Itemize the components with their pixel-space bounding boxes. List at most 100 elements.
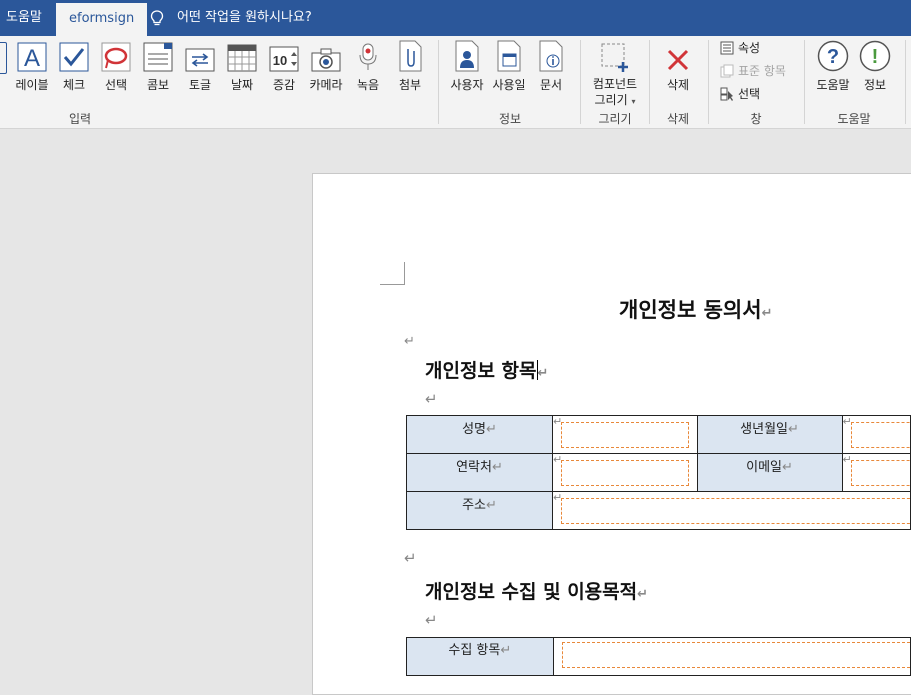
selection-icon (720, 87, 733, 101)
tab-eformsign[interactable]: eformsign (56, 3, 148, 36)
combo-button-text: 콤보 (146, 78, 170, 92)
label-cell-birth: 생년월일↵ (696, 415, 843, 454)
checkbox-icon (59, 42, 89, 72)
number-stepper-icon: 10 (269, 46, 299, 72)
paragraph-mark: ↵ (425, 611, 438, 629)
document-button-text: 문서 (539, 78, 563, 92)
paragraph-mark: ↵ (782, 460, 793, 475)
draw-component-text-2: 그리기 (594, 93, 628, 107)
group-label-window: 창 (750, 112, 762, 126)
label-name: 성명 (462, 422, 486, 437)
info-button[interactable]: ! 정보 (855, 40, 895, 93)
tell-me-text: 어떤 작업을 원하시나요? (177, 10, 312, 25)
section-heading-purpose-text: 개인정보 수집 및 이용목적 (425, 581, 638, 603)
dropdown-caret-icon: ▾ (631, 97, 636, 106)
field-cell-collect-items (552, 637, 911, 676)
section-heading-items-text: 개인정보 항목 (425, 360, 537, 382)
combo-list-icon (143, 42, 173, 72)
label-cell-email: 이메일↵ (696, 453, 843, 492)
label-address: 주소 (462, 498, 486, 513)
selection-text: 선택 (738, 87, 761, 101)
toggle-arrows-icon (185, 48, 215, 72)
check-button[interactable]: 체크 (54, 40, 94, 93)
label-email: 이메일 (746, 460, 783, 475)
stepper-button[interactable]: 10 증감 (264, 40, 304, 93)
document-button[interactable]: 문서 (531, 40, 571, 93)
exclamation-circle-icon: ! (859, 40, 891, 72)
paperclip-icon (399, 40, 422, 72)
stepper-button-text: 증감 (272, 78, 296, 92)
birth-input-field[interactable] (850, 422, 911, 448)
date-button[interactable]: 날짜 (222, 40, 262, 93)
usage-date-button-text: 사용일 (492, 78, 526, 92)
usage-date-button[interactable]: 사용일 (489, 40, 529, 93)
camera-button-text: 카메라 (309, 78, 343, 92)
select-button-text: 선택 (104, 78, 128, 92)
properties-button[interactable]: 속성 (720, 39, 760, 57)
collection-table: 수집 항목↵ (406, 637, 911, 676)
standard-items-text: 표준 항목 (738, 64, 786, 78)
paragraph-mark: ↵ (404, 549, 417, 567)
help-button[interactable]: ? 도움말 (813, 40, 853, 93)
standard-items-icon (720, 64, 734, 78)
field-cell-name: ↵ (551, 415, 698, 454)
calendar-icon (227, 44, 257, 72)
paragraph-mark: ↵ (485, 498, 497, 513)
paragraph-mark: ↵ (637, 587, 649, 602)
toggle-button[interactable]: 토글 (180, 40, 220, 93)
tab-help[interactable]: 도움말 (6, 0, 42, 36)
section-heading-items[interactable]: 개인정보 항목↵ (425, 356, 548, 383)
label-birth: 생년월일 (740, 422, 788, 437)
paragraph-mark: ↵ (491, 460, 503, 475)
name-input-field[interactable] (560, 422, 689, 448)
section-heading-purpose[interactable]: 개인정보 수집 및 이용목적↵ (425, 577, 648, 604)
field-cell-birth: ↵ (841, 415, 911, 454)
user-document-icon (455, 40, 479, 72)
group-label-info: 정보 (498, 112, 522, 126)
select-button[interactable]: 선택 (96, 40, 136, 93)
user-button[interactable]: 사용자 (447, 40, 487, 93)
paragraph-mark: ↵ (537, 366, 549, 381)
label-button[interactable]: A 레이블 (12, 40, 52, 93)
ribbon-separator (580, 40, 581, 124)
combo-button[interactable]: 콤보 (138, 40, 178, 93)
label-button-text: 레이블 (15, 78, 49, 92)
paragraph-mark: ↵ (425, 390, 438, 408)
delete-button[interactable]: 삭제 (658, 40, 698, 93)
label-collect-items: 수집 항목 (448, 643, 501, 658)
ribbon-separator (649, 40, 650, 124)
paragraph-mark: ↵ (404, 334, 415, 349)
svg-text:10: 10 (273, 53, 287, 68)
contact-input-field[interactable] (560, 460, 689, 486)
svg-text:A: A (24, 45, 40, 72)
tell-me-search[interactable]: 어떤 작업을 원하시나요? (150, 0, 312, 36)
camera-icon (311, 48, 341, 72)
ribbon: A 레이블 체크 선택 콤보 토글 날짜 10 증감 카메라 녹음 첨부 입력 … (0, 36, 911, 129)
toggle-button-text: 토글 (188, 78, 212, 92)
paragraph-mark: ↵ (485, 422, 497, 437)
camera-button[interactable]: 카메라 (306, 40, 346, 93)
group-label-input: 입력 (68, 112, 92, 126)
record-button-text: 녹음 (356, 78, 380, 92)
standard-items-button[interactable]: 표준 항목 (720, 62, 786, 80)
draw-component-text-1: 컴포넌트 (592, 77, 638, 91)
email-input-field[interactable] (850, 460, 911, 486)
properties-icon (720, 41, 734, 55)
paragraph-mark: ↵ (788, 422, 799, 437)
address-input-field[interactable] (560, 498, 911, 524)
draw-component-button[interactable]: 컴포넌트 그리기 ▾ (590, 40, 640, 110)
svg-text:!: ! (872, 46, 879, 68)
label-contact: 연락처 (456, 460, 492, 475)
record-button[interactable]: 녹음 (348, 40, 388, 93)
delete-button-text: 삭제 (666, 78, 690, 92)
collect-items-input-field[interactable] (561, 642, 911, 668)
label-cell-collect-items: 수집 항목↵ (406, 637, 554, 676)
delete-x-icon (667, 49, 689, 71)
lightbulb-icon (150, 10, 164, 26)
margin-crop-mark (380, 262, 405, 285)
document-title[interactable]: 개인정보 동의서↵ (619, 294, 772, 324)
attach-button[interactable]: 첨부 (390, 40, 430, 93)
selection-button[interactable]: 선택 (720, 85, 760, 103)
ribbon-tab-bar: 도움말 eformsign 어떤 작업을 원하시나요? (0, 0, 911, 36)
partial-button-icon[interactable] (0, 42, 7, 74)
